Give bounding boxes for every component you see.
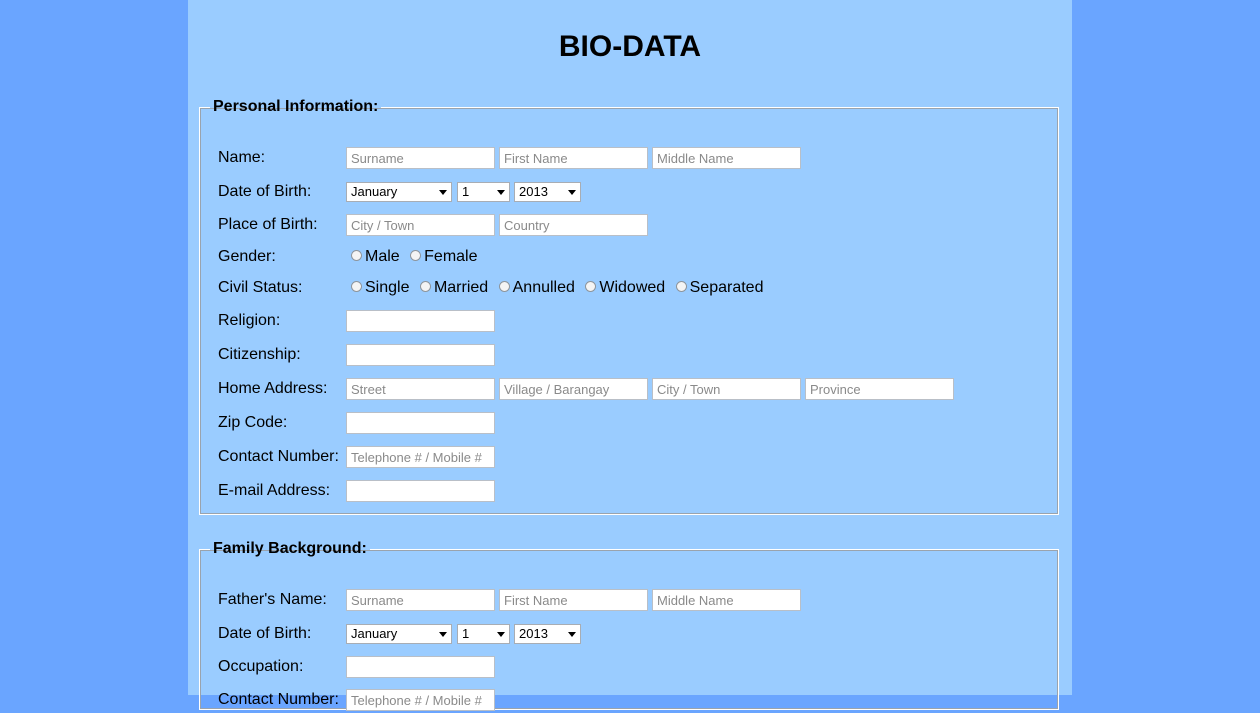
dob-day-select[interactable]: 1 (457, 182, 510, 202)
dob-year-value: 2013 (519, 184, 548, 199)
family-background-legend: Family Background: (213, 540, 367, 557)
father-contact-input[interactable] (346, 689, 495, 711)
gender-option-male[interactable]: Male (351, 248, 400, 266)
middle-name-input[interactable] (652, 147, 801, 169)
family-background-section: Family Background: Father's Name: Date o… (199, 540, 1059, 711)
email-input[interactable] (346, 480, 495, 502)
radio-icon[interactable] (351, 250, 362, 261)
father-contact-label: Contact Number: (218, 691, 339, 708)
pob-label: Place of Birth: (218, 216, 318, 233)
chevron-down-icon (439, 632, 447, 637)
gender-option-label: Male (365, 248, 400, 265)
first-name-input[interactable] (499, 147, 648, 169)
citizenship-input[interactable] (346, 344, 495, 366)
citizenship-label: Citizenship: (218, 346, 301, 363)
civil-option-label: Single (365, 279, 410, 296)
civil-status-label: Civil Status: (218, 279, 303, 296)
father-middle-name-input[interactable] (652, 589, 801, 611)
radio-icon[interactable] (675, 281, 687, 292)
father-dob-month-select[interactable]: January (346, 624, 452, 644)
surname-input[interactable] (346, 147, 495, 169)
street-input[interactable] (346, 378, 495, 400)
gender-radio-group: Male Female (351, 248, 484, 266)
province-input[interactable] (805, 378, 954, 400)
zip-label: Zip Code: (218, 414, 288, 431)
radio-icon[interactable] (585, 281, 597, 292)
father-dob-day-select[interactable]: 1 (457, 624, 510, 644)
personal-information-section: Personal Information: Name: Date of Birt… (199, 98, 1059, 515)
civil-option-single[interactable]: Single (351, 279, 409, 297)
page-title: BIO-DATA (558, 30, 702, 63)
dob-year-select[interactable]: 2013 (514, 182, 581, 202)
dob-month-value: January (351, 184, 398, 199)
civil-option-separated[interactable]: Separated (675, 279, 764, 297)
civil-option-widowed[interactable]: Widowed (585, 279, 665, 297)
father-name-label: Father's Name: (218, 591, 327, 608)
father-dob-month-value: January (351, 626, 398, 641)
gender-option-label: Female (424, 248, 478, 265)
civil-status-radio-group: Single Married Annulled Widowed Separate… (351, 279, 769, 297)
pob-country-input[interactable] (499, 214, 648, 236)
personal-information-legend: Personal Information: (213, 98, 379, 115)
chevron-down-icon (497, 190, 505, 195)
email-label: E-mail Address: (218, 482, 331, 499)
radio-icon[interactable] (351, 281, 362, 292)
address-city-input[interactable] (652, 378, 801, 400)
gender-option-female[interactable]: Female (410, 248, 478, 266)
radio-icon[interactable] (419, 281, 431, 292)
pob-city-input[interactable] (346, 214, 495, 236)
address-label: Home Address: (218, 380, 328, 397)
dob-day-value: 1 (462, 184, 470, 199)
civil-option-annulled[interactable]: Annulled (498, 279, 575, 297)
civil-option-label: Married (433, 279, 489, 296)
name-label: Name: (218, 149, 266, 166)
occupation-label: Occupation: (218, 658, 304, 675)
father-dob-day-value: 1 (462, 626, 470, 641)
civil-option-married[interactable]: Married (419, 279, 489, 297)
contact-label: Contact Number: (218, 448, 339, 465)
civil-option-label: Annulled (512, 279, 575, 296)
contact-input[interactable] (346, 446, 495, 468)
father-surname-input[interactable] (346, 589, 495, 611)
gender-label: Gender: (218, 248, 276, 265)
radio-icon[interactable] (410, 250, 422, 261)
page-panel: BIO-DATA Personal Information: Name: Dat… (188, 0, 1072, 711)
religion-input[interactable] (346, 310, 495, 332)
father-dob-year-value: 2013 (519, 626, 548, 641)
chevron-down-icon (497, 632, 505, 637)
chevron-down-icon (568, 632, 576, 637)
chevron-down-icon (568, 190, 576, 195)
father-dob-year-select[interactable]: 2013 (514, 624, 581, 644)
civil-option-label: Widowed (599, 279, 666, 296)
religion-label: Religion: (218, 312, 281, 329)
father-dob-label: Date of Birth: (218, 625, 312, 642)
radio-icon[interactable] (498, 281, 510, 292)
occupation-input[interactable] (346, 656, 495, 678)
father-first-name-input[interactable] (499, 589, 648, 611)
dob-label: Date of Birth: (218, 183, 312, 200)
chevron-down-icon (439, 190, 447, 195)
dob-month-select[interactable]: January (346, 182, 452, 202)
civil-option-label: Separated (689, 279, 764, 296)
village-input[interactable] (499, 378, 648, 400)
zip-input[interactable] (346, 412, 495, 434)
